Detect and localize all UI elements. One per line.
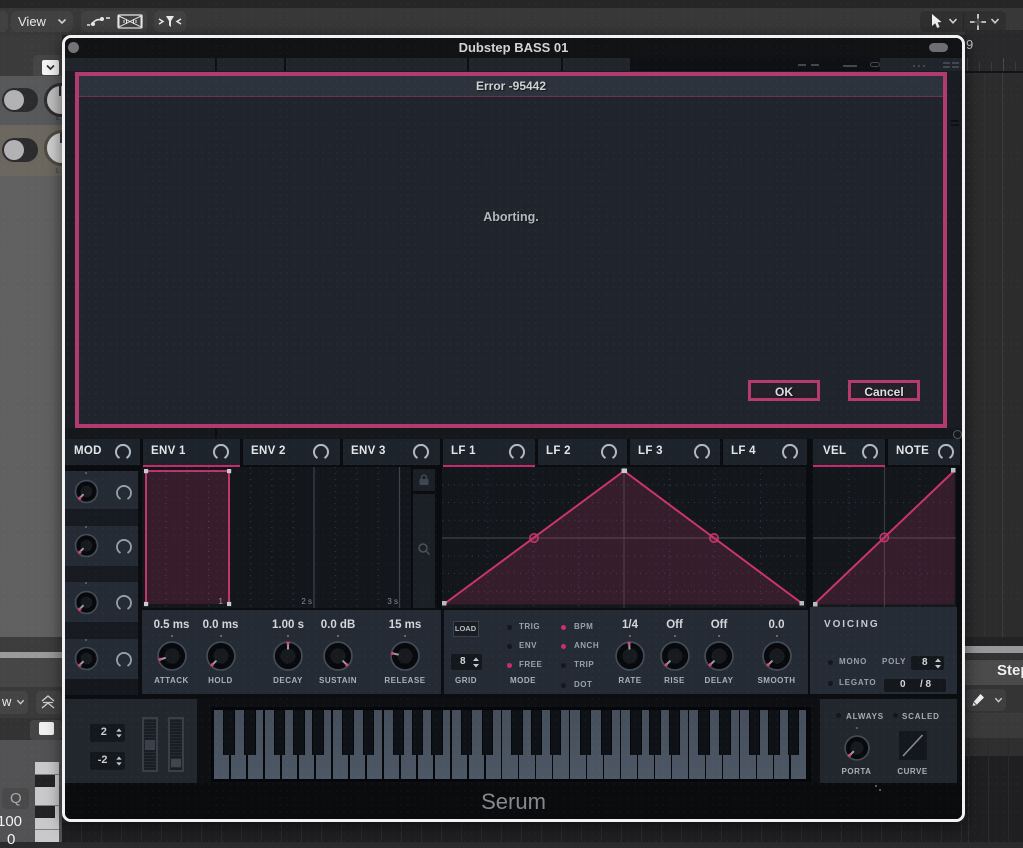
svg-text:2 s: 2 s bbox=[301, 597, 312, 606]
svg-text:1: 1 bbox=[218, 597, 223, 606]
svg-text:3 s: 3 s bbox=[387, 597, 398, 606]
